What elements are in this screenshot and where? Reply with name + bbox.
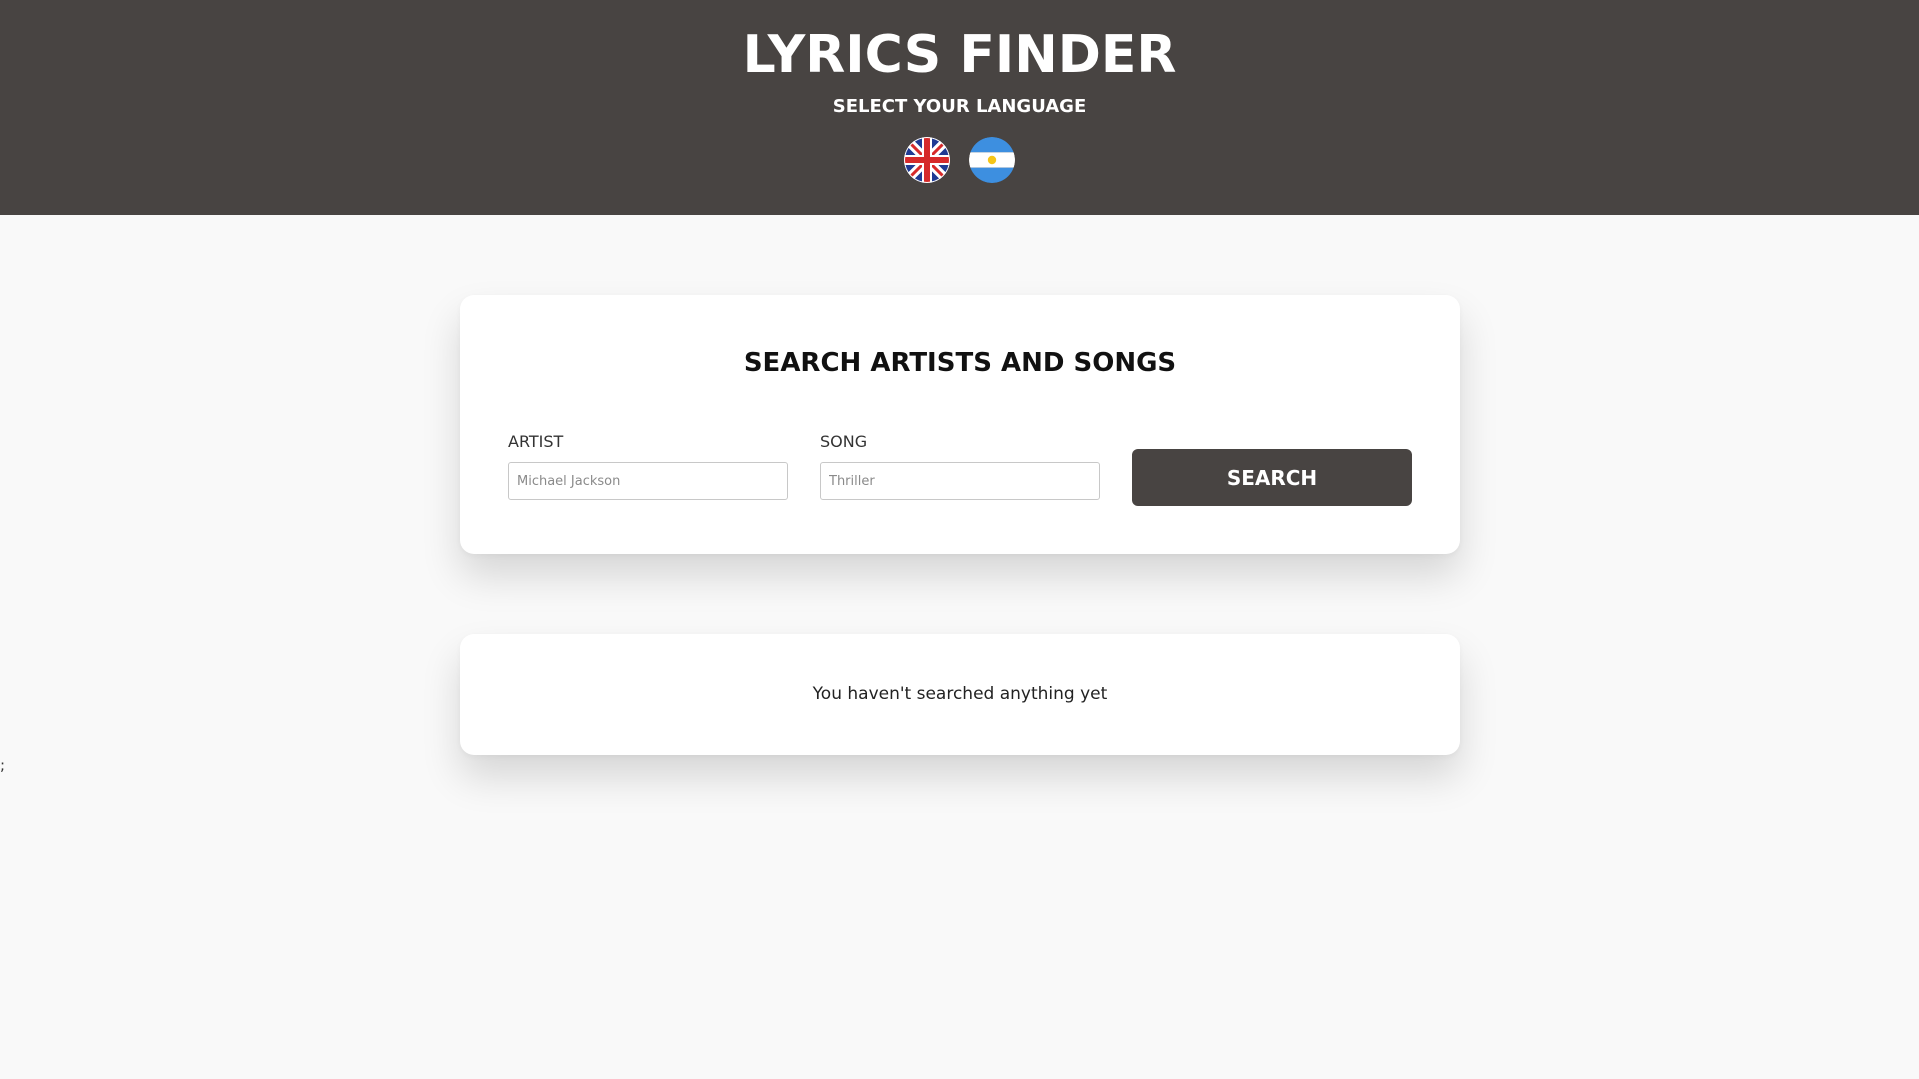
stray-text: ; [0,756,6,774]
spanish-language-button[interactable] [969,137,1015,183]
song-label: SONG [820,432,868,451]
artist-label: ARTIST [508,432,564,451]
artist-input[interactable] [508,462,788,500]
search-button[interactable]: SEARCH [1132,449,1412,506]
results-card: You haven't searched anything yet [460,634,1460,755]
app-header: LYRICS FINDER SELECT YOUR LANGUAGE [0,0,1919,215]
app-title: LYRICS FINDER [742,25,1177,85]
argentina-flag-icon [969,137,1015,183]
search-card-title: SEARCH ARTISTS AND SONGS [743,348,1177,378]
english-language-button[interactable] [904,137,950,183]
empty-results-message: You haven't searched anything yet [812,684,1108,704]
song-input[interactable] [820,462,1100,500]
search-card: SEARCH ARTISTS AND SONGS ARTIST SONG SEA… [460,295,1460,554]
uk-flag-icon [904,137,950,183]
language-selector [0,137,1919,183]
language-subtitle: SELECT YOUR LANGUAGE [832,96,1087,117]
